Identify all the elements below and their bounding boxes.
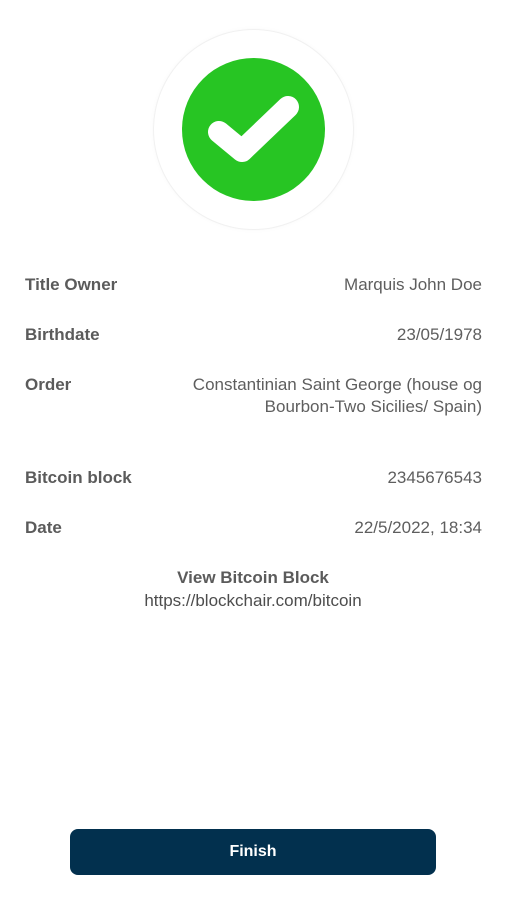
success-badge <box>154 30 353 229</box>
title-owner-value: Marquis John Doe <box>344 275 482 294</box>
bitcoin-block-value: 2345676543 <box>387 468 482 487</box>
bitcoin-block-label: Bitcoin block <box>25 468 132 487</box>
detail-row-date: Date 22/5/2022, 18:34 <box>25 517 482 539</box>
date-value: 22/5/2022, 18:34 <box>354 518 482 537</box>
order-label: Order <box>25 375 72 394</box>
order-value: Constantinian Saint George (house og Bou… <box>192 375 482 416</box>
birthdate-value: 23/05/1978 <box>396 325 482 344</box>
success-circle <box>182 58 325 201</box>
detail-row-bitcoin-block: Bitcoin block 2345676543 <box>25 467 482 489</box>
view-bitcoin-block-title[interactable]: View Bitcoin Block <box>0 566 506 589</box>
finish-button[interactable]: Finish <box>70 829 436 875</box>
date-label: Date <box>25 518 62 537</box>
check-icon <box>207 95 299 162</box>
birthdate-label: Birthdate <box>25 325 100 344</box>
bitcoin-block-url[interactable]: https://blockchair.com/bitcoin <box>0 589 506 612</box>
detail-row-title-owner: Title Owner Marquis John Doe <box>25 274 482 296</box>
view-bitcoin-block[interactable]: View Bitcoin Block https://blockchair.co… <box>0 566 506 612</box>
title-owner-label: Title Owner <box>25 275 118 294</box>
detail-row-order: Order Constantinian Saint George (house … <box>25 374 482 418</box>
detail-row-birthdate: Birthdate 23/05/1978 <box>25 324 482 346</box>
